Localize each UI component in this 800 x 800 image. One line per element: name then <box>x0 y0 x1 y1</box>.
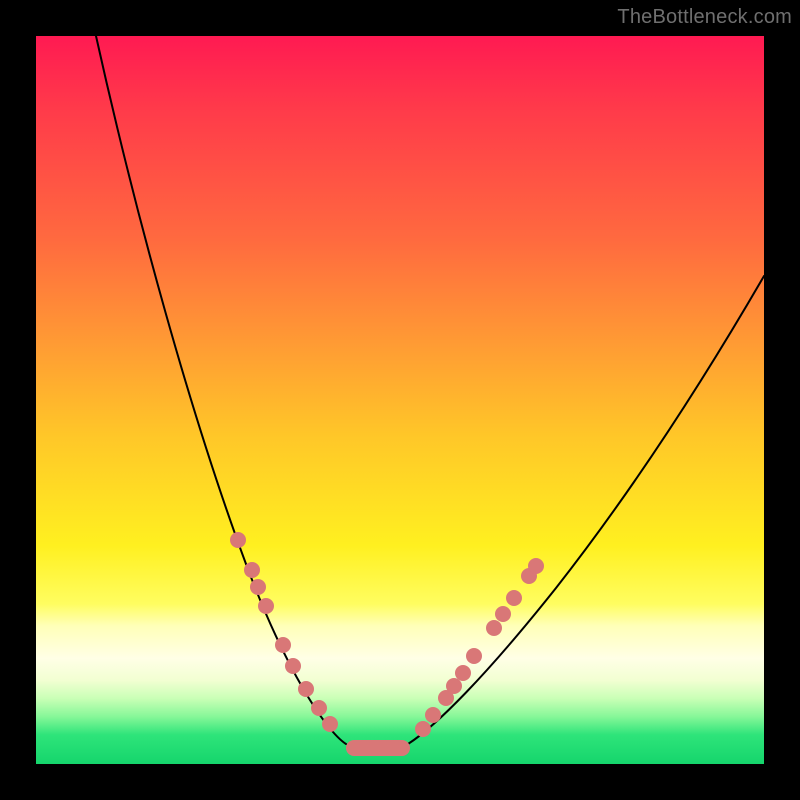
marker-dot <box>455 665 471 681</box>
marker-dot <box>495 606 511 622</box>
marker-dot <box>446 678 462 694</box>
valley-pill <box>346 740 410 756</box>
marker-dot <box>425 707 441 723</box>
marker-dot <box>250 579 266 595</box>
marker-dot <box>230 532 246 548</box>
curve-layer <box>36 36 764 764</box>
marker-dot <box>311 700 327 716</box>
marker-dot <box>506 590 522 606</box>
marker-dot <box>322 716 338 732</box>
marker-dot <box>258 598 274 614</box>
marker-dot <box>486 620 502 636</box>
marker-dot <box>528 558 544 574</box>
curve-left-branch <box>96 36 346 744</box>
plot-area <box>36 36 764 764</box>
marker-dot <box>415 721 431 737</box>
marker-dot <box>466 648 482 664</box>
marker-dot <box>275 637 291 653</box>
watermark-text: TheBottleneck.com <box>617 6 792 29</box>
marker-dot <box>298 681 314 697</box>
chart-frame: TheBottleneck.com <box>0 0 800 800</box>
marker-dot <box>244 562 260 578</box>
marker-dot <box>285 658 301 674</box>
